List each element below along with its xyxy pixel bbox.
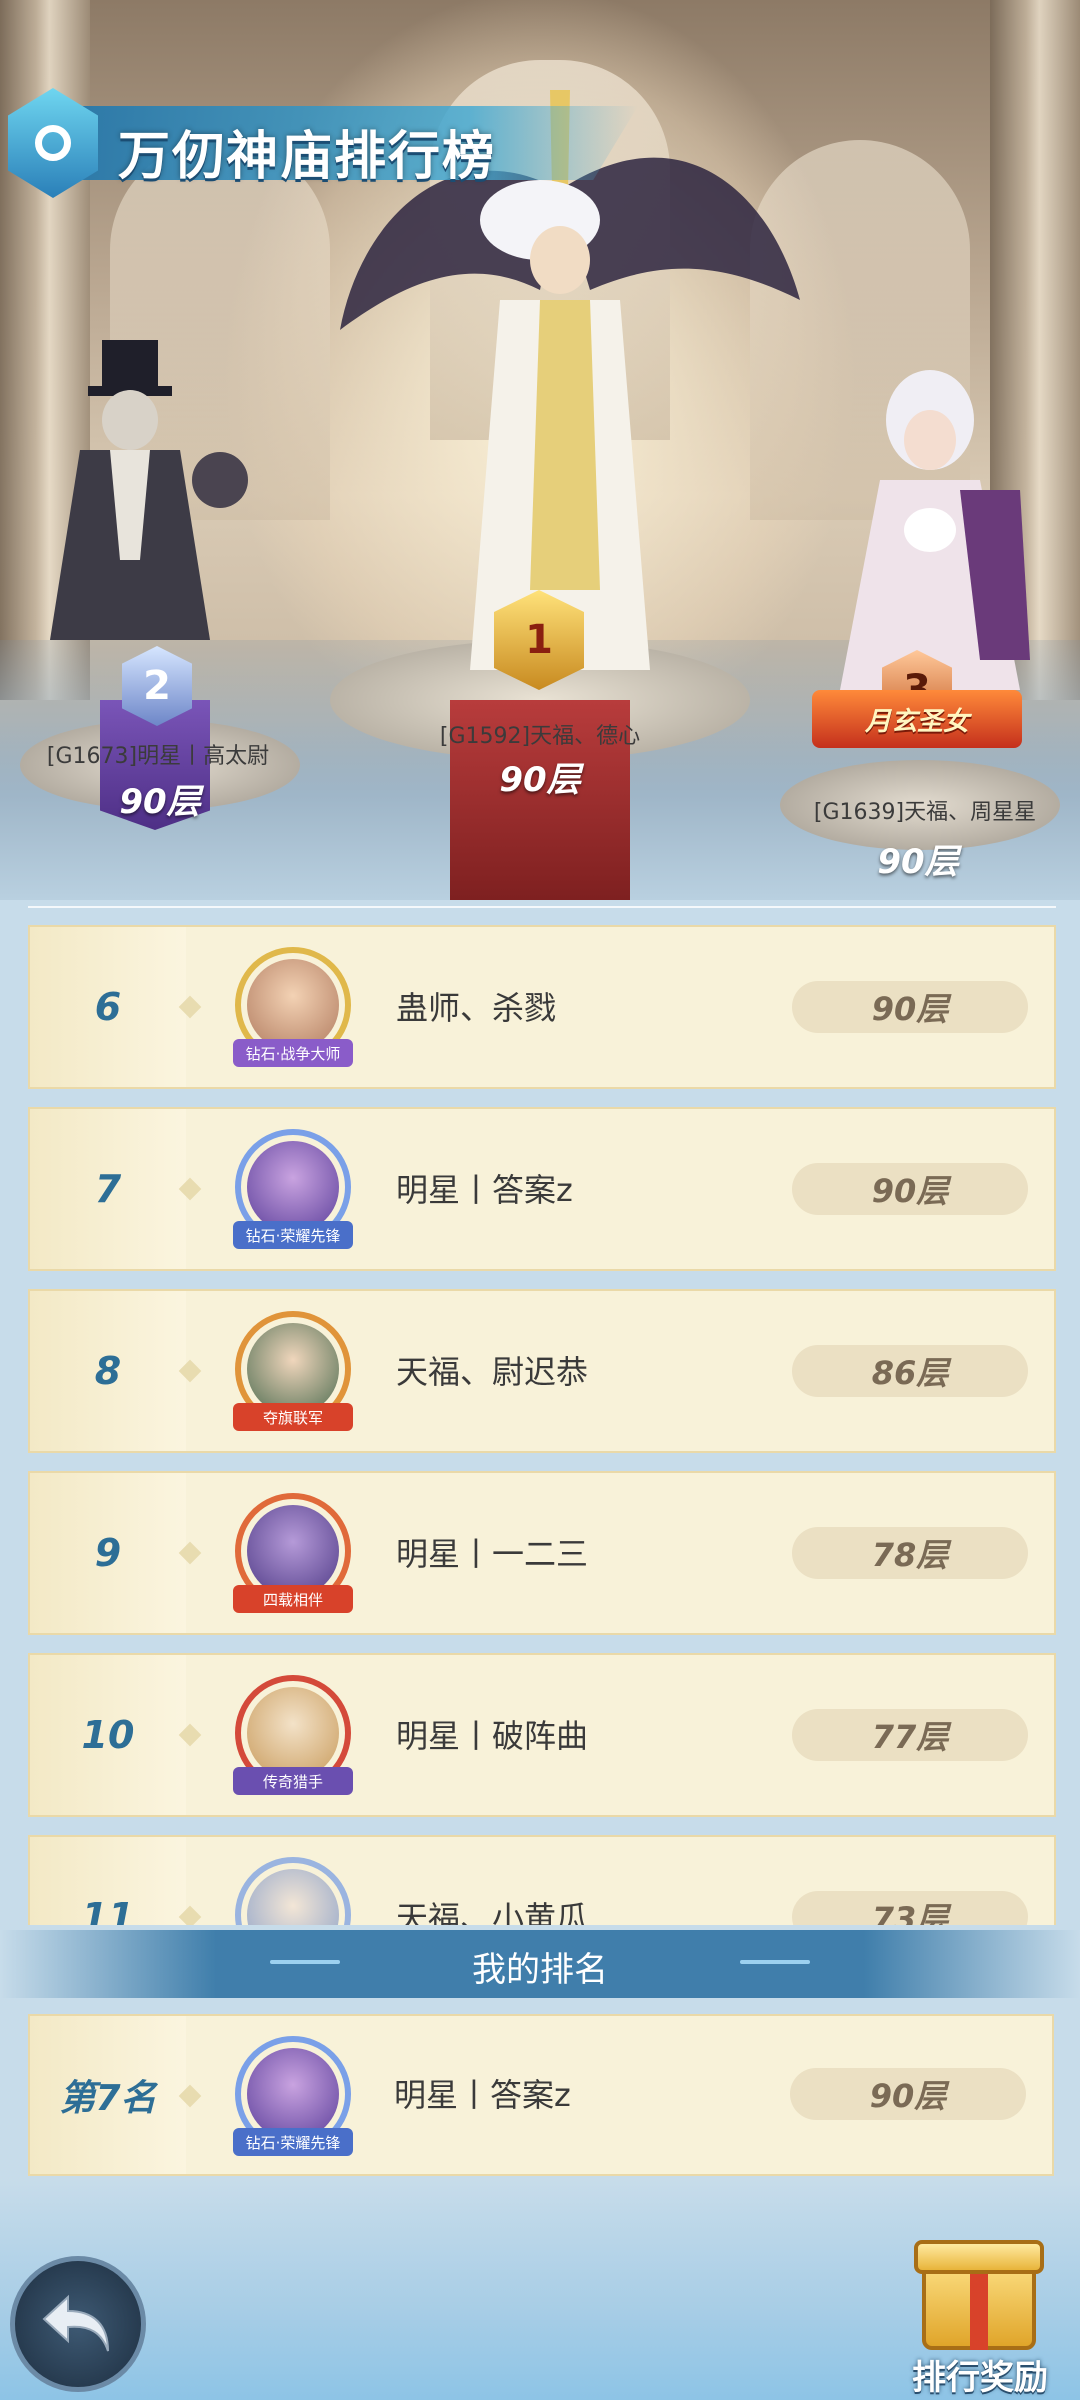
avatar[interactable]: 钻石·荣耀先锋 [225,2028,361,2164]
back-arrow-icon [42,2294,109,2352]
rank-number: 10 [81,1713,135,1757]
avatar-frame-label: 钻石·荣耀先锋 [233,2128,353,2156]
character-3rd [820,360,1040,690]
list-item[interactable]: 6 钻石·战争大师 蛊师、杀戮 90层 [28,925,1056,1089]
title-badge: 月玄圣女 [812,690,1022,748]
podium-1-floor: 90层 [499,760,581,800]
list-item[interactable]: 8 夺旗联军 天福、尉迟恭 86层 [28,1289,1056,1453]
list-item[interactable]: 9 四载相伴 明星丨一二三 78层 [28,1471,1056,1635]
avatar[interactable]: 钻石·战争大师 [225,939,361,1075]
my-rank-header: 我的排名 [0,1930,1080,1998]
list-item[interactable]: 7 钻石·荣耀先锋 明星丨答案z 90层 [28,1107,1056,1271]
floor-pill: 90层 [792,1163,1028,1215]
page-title: 万仞神庙排行榜 [118,127,497,187]
avatar-frame-label: 钻石·战争大师 [233,1039,353,1067]
floor-pill: 73层 [792,1891,1028,1925]
rank-number: 7 [94,1167,122,1211]
player-name: 蛊师、杀戮 [396,989,557,1027]
avatar-frame-label: 四载相伴 [233,1585,353,1613]
podium-3-name: [G1639]天福、周星星 [813,800,1037,825]
podium-3-floor: 90层 [877,842,959,882]
player-name: 明星丨破阵曲 [396,1717,589,1755]
podium-2-floor: 90层 [119,782,201,822]
player-name: 明星丨一二三 [396,1535,589,1573]
rank-number: 6 [94,985,122,1029]
avatar-frame-label: 夺旗联军 [233,1403,353,1431]
my-rank-row[interactable]: 第7名 钻石·荣耀先锋 明星丨答案z 90层 [28,2014,1054,2176]
list-item[interactable]: 11 天福、小黄瓜 73层 [28,1835,1056,1925]
my-rank-title: 我的排名 [472,1950,608,1990]
avatar[interactable]: 四载相伴 [225,1485,361,1621]
title-banner: 万仞神庙排行榜 [8,88,638,198]
ranking-list[interactable]: 6 钻石·战争大师 蛊师、杀戮 90层 7 钻石·荣耀先锋 明星丨答案z 90层… [28,925,1056,1925]
avatar-frame-label: 传奇猎手 [233,1767,353,1795]
rank-number: 9 [94,1531,122,1575]
my-player-name: 明星丨答案z [394,2076,571,2114]
reward-label: 排行奖励 [912,2358,1048,2398]
my-floor-pill: 90层 [790,2068,1026,2120]
floor-pill: 90层 [792,981,1028,1033]
list-item[interactable]: 10 传奇猎手 明星丨破阵曲 77层 [28,1653,1056,1817]
player-name: 天福、尉迟恭 [396,1353,589,1391]
temple-emblem-icon [8,88,98,198]
floor-pill: 77层 [792,1709,1028,1761]
player-name: 天福、小黄瓜 [396,1899,589,1925]
character-2nd [40,340,260,660]
avatar[interactable]: 钻石·荣耀先锋 [225,1121,361,1257]
avatar-frame-label: 钻石·荣耀先锋 [233,1221,353,1249]
ranking-reward-button[interactable]: 排行奖励 [900,2240,1060,2400]
rank-number: 8 [94,1349,122,1393]
floor-pill: 78层 [792,1527,1028,1579]
rank-number: 11 [81,1895,135,1925]
podium-1-name: [G1592]天福、德心 [439,724,641,749]
floor-pill: 86层 [792,1345,1028,1397]
avatar[interactable] [225,1849,361,1925]
podium-2-name: [G1673]明星丨高太尉 [46,744,270,769]
avatar[interactable]: 夺旗联军 [225,1303,361,1439]
avatar[interactable]: 传奇猎手 [225,1667,361,1803]
back-button[interactable] [10,2256,146,2392]
player-name: 明星丨答案z [396,1171,573,1209]
my-rank-number: 第7名 [59,2078,157,2119]
